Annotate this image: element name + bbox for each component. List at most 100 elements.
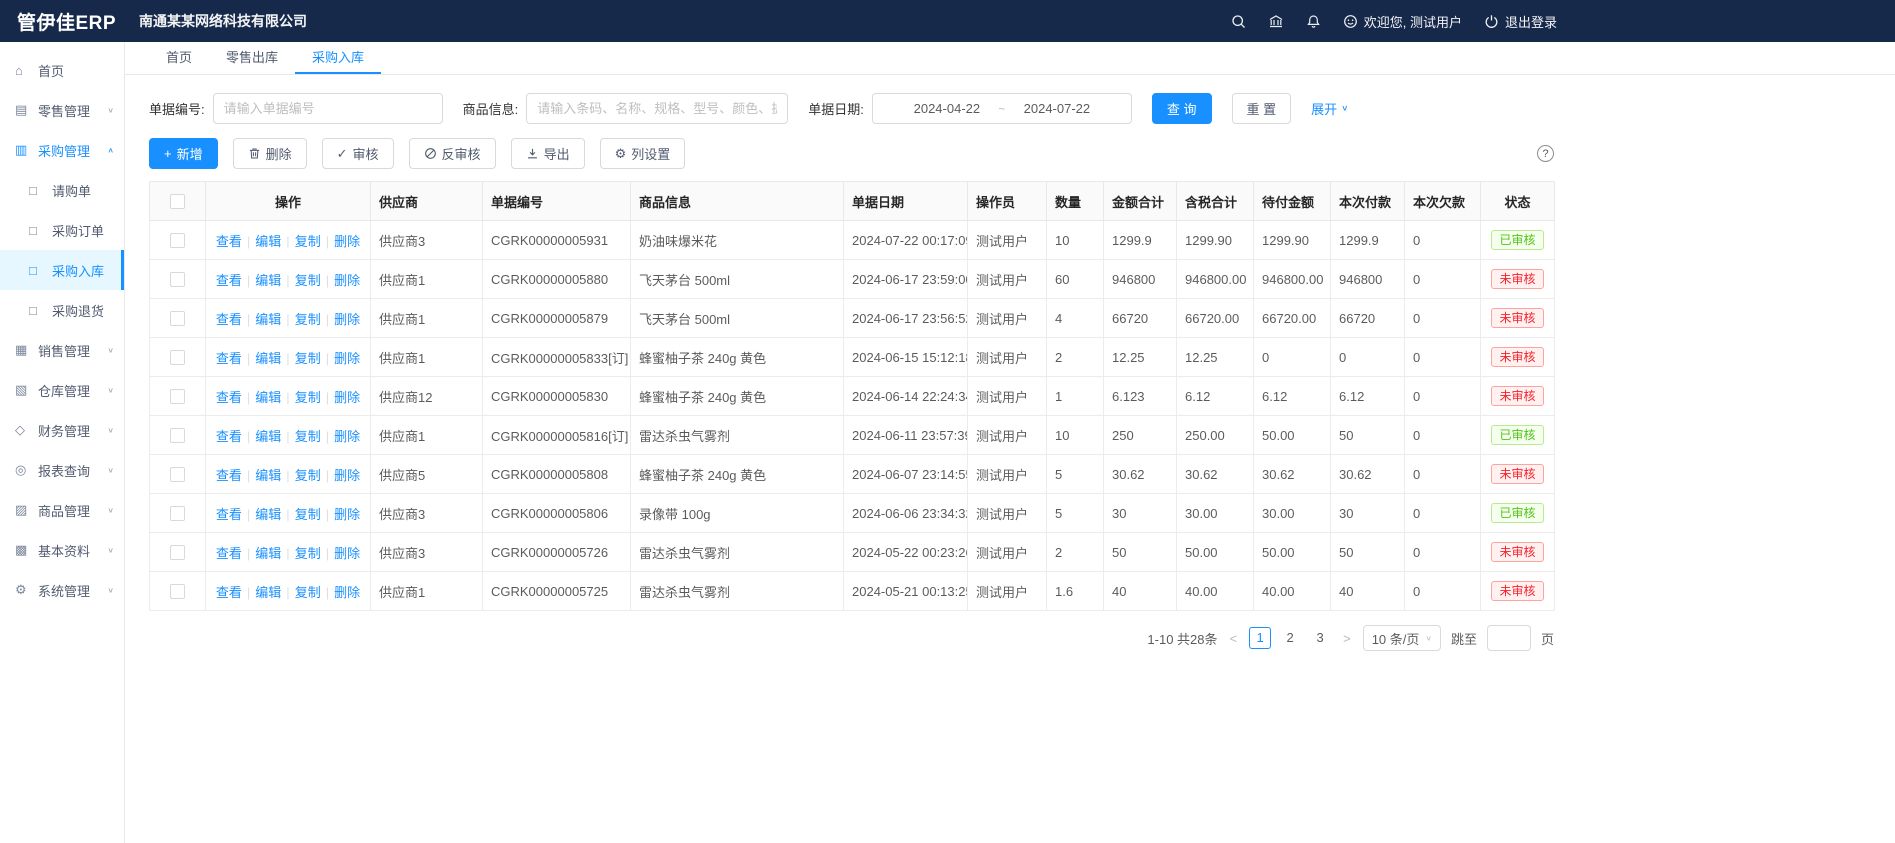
sidebar-item-home[interactable]: ⌂首页 (0, 50, 124, 90)
welcome-user[interactable]: 欢迎您, 测试用户 (1343, 12, 1462, 31)
delete-link[interactable]: 删除 (334, 351, 360, 366)
row-checkbox[interactable] (170, 545, 185, 560)
copy-link[interactable]: 复制 (295, 468, 321, 483)
view-link[interactable]: 查看 (216, 507, 242, 522)
edit-link[interactable]: 编辑 (255, 312, 281, 327)
logout-button[interactable]: 退出登录 (1484, 12, 1557, 31)
delete-button[interactable]: 删除 (233, 138, 307, 169)
product-info-input[interactable] (526, 93, 788, 124)
delete-link[interactable]: 删除 (334, 468, 360, 483)
sidebar-item-sales-mgmt[interactable]: ▦销售管理∨ (0, 330, 124, 370)
copy-link[interactable]: 复制 (295, 429, 321, 444)
view-link[interactable]: 查看 (216, 312, 242, 327)
row-checkbox[interactable] (170, 272, 185, 287)
copy-link[interactable]: 复制 (295, 585, 321, 600)
expand-link[interactable]: 展开 ∨ (1311, 99, 1348, 118)
view-link[interactable]: 查看 (216, 429, 242, 444)
view-link[interactable]: 查看 (216, 546, 242, 561)
prev-page-button[interactable]: < (1228, 631, 1240, 646)
audit-button[interactable]: ✓ 审核 (322, 138, 394, 169)
sidebar-item-purchase-order[interactable]: □采购订单 (0, 210, 124, 250)
row-checkbox[interactable] (170, 428, 185, 443)
add-button[interactable]: + 新增 (149, 138, 218, 169)
cell-tax_amount: 250.00 (1177, 416, 1254, 455)
copy-link[interactable]: 复制 (295, 312, 321, 327)
edit-link[interactable]: 编辑 (255, 273, 281, 288)
edit-link[interactable]: 编辑 (255, 390, 281, 405)
bank-icon[interactable] (1268, 14, 1284, 29)
sidebar-item-warehouse-mgmt[interactable]: ▧仓库管理∨ (0, 370, 124, 410)
delete-link[interactable]: 删除 (334, 312, 360, 327)
copy-link[interactable]: 复制 (295, 507, 321, 522)
sidebar-item-report-query[interactable]: ◎报表查询∨ (0, 450, 124, 490)
date-start-input[interactable] (899, 101, 994, 116)
cell-supplier: 供应商3 (371, 533, 483, 572)
row-checkbox[interactable] (170, 233, 185, 248)
edit-link[interactable]: 编辑 (255, 234, 281, 249)
edit-link[interactable]: 编辑 (255, 468, 281, 483)
edit-link[interactable]: 编辑 (255, 429, 281, 444)
view-link[interactable]: 查看 (216, 234, 242, 249)
view-link[interactable]: 查看 (216, 351, 242, 366)
date-range-picker[interactable]: ~ (872, 93, 1132, 124)
page-size-select[interactable]: 10 条/页 ∨ (1363, 625, 1441, 651)
edit-link[interactable]: 编辑 (255, 507, 281, 522)
sidebar-item-basic-data[interactable]: ▩基本资料∨ (0, 530, 124, 570)
copy-link[interactable]: 复制 (295, 390, 321, 405)
search-icon[interactable] (1231, 14, 1246, 29)
row-checkbox[interactable] (170, 311, 185, 326)
view-link[interactable]: 查看 (216, 273, 242, 288)
delete-link[interactable]: 删除 (334, 507, 360, 522)
view-link[interactable]: 查看 (216, 390, 242, 405)
view-link[interactable]: 查看 (216, 468, 242, 483)
tab-purchase-inbound[interactable]: 采购入库 (295, 42, 381, 74)
export-button[interactable]: 导出 (511, 138, 585, 169)
status-cell: 未审核 (1481, 572, 1555, 611)
unaudit-button[interactable]: 反审核 (409, 138, 496, 169)
edit-link[interactable]: 编辑 (255, 585, 281, 600)
copy-link[interactable]: 复制 (295, 273, 321, 288)
tab-retail-outbound[interactable]: 零售出库 (209, 42, 295, 74)
page-button-3[interactable]: 3 (1309, 627, 1331, 649)
delete-link[interactable]: 删除 (334, 390, 360, 405)
edit-link[interactable]: 编辑 (255, 546, 281, 561)
copy-link[interactable]: 复制 (295, 234, 321, 249)
sidebar-item-purchase-inbound[interactable]: □采购入库 (0, 250, 124, 290)
reset-button[interactable]: 重 置 (1232, 93, 1292, 124)
page-button-2[interactable]: 2 (1279, 627, 1301, 649)
delete-link[interactable]: 删除 (334, 273, 360, 288)
row-checkbox[interactable] (170, 389, 185, 404)
edit-link[interactable]: 编辑 (255, 351, 281, 366)
date-end-input[interactable] (1009, 101, 1104, 116)
delete-link[interactable]: 删除 (334, 585, 360, 600)
view-link[interactable]: 查看 (216, 585, 242, 600)
delete-link[interactable]: 删除 (334, 546, 360, 561)
sidebar-item-purchase-mgmt[interactable]: ▥采购管理∧ (0, 130, 124, 170)
row-checkbox[interactable] (170, 506, 185, 521)
copy-link[interactable]: 复制 (295, 546, 321, 561)
doc-icon: □ (29, 303, 44, 318)
sidebar-item-retail-mgmt[interactable]: ▤零售管理∨ (0, 90, 124, 130)
next-page-button[interactable]: > (1341, 631, 1353, 646)
page-button-1[interactable]: 1 (1249, 627, 1271, 649)
row-select-cell (150, 455, 206, 494)
tab-home[interactable]: 首页 (149, 42, 209, 74)
row-checkbox[interactable] (170, 584, 185, 599)
row-checkbox[interactable] (170, 467, 185, 482)
column-settings-button[interactable]: ⚙ 列设置 (600, 138, 686, 169)
sidebar-item-purchase-return[interactable]: □采购退货 (0, 290, 124, 330)
sidebar-item-purchase-request[interactable]: □请购单 (0, 170, 124, 210)
jump-input[interactable] (1487, 625, 1531, 651)
sidebar-item-finance-mgmt[interactable]: ◇财务管理∨ (0, 410, 124, 450)
delete-link[interactable]: 删除 (334, 234, 360, 249)
bill-no-input[interactable] (213, 93, 443, 124)
delete-link[interactable]: 删除 (334, 429, 360, 444)
sidebar-item-goods-mgmt[interactable]: ▨商品管理∨ (0, 490, 124, 530)
select-all-checkbox[interactable] (170, 194, 185, 209)
bell-icon[interactable] (1306, 14, 1321, 29)
sidebar-item-system-mgmt[interactable]: ⚙系统管理∨ (0, 570, 124, 610)
row-checkbox[interactable] (170, 350, 185, 365)
copy-link[interactable]: 复制 (295, 351, 321, 366)
help-icon[interactable]: ? (1537, 145, 1554, 162)
search-button[interactable]: 查 询 (1152, 93, 1212, 124)
